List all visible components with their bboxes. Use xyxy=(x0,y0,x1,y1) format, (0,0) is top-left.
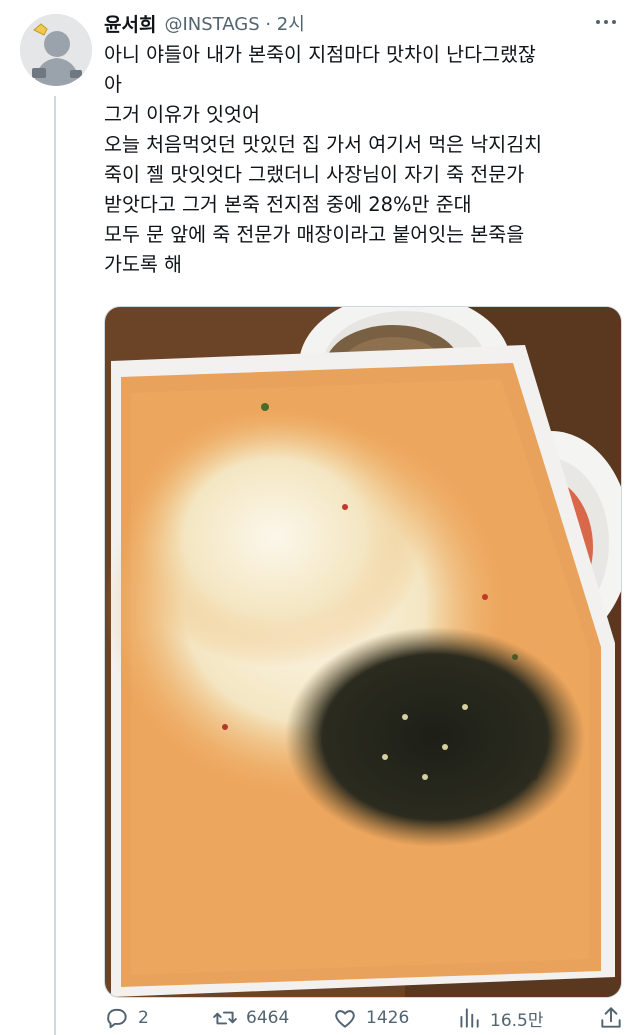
share-button[interactable] xyxy=(598,1005,624,1031)
avatar[interactable] xyxy=(20,14,92,86)
retweet-count: 6464 xyxy=(246,1008,290,1028)
tweet-photo[interactable] xyxy=(104,306,622,998)
reply-icon xyxy=(107,1008,127,1029)
thread-line xyxy=(54,96,56,1035)
like-button[interactable]: 1426 xyxy=(332,1005,456,1031)
share-icon xyxy=(601,1007,621,1028)
action-bar: 2 6464 1426 16.5만 xyxy=(104,1004,624,1032)
more-icon[interactable] xyxy=(592,10,620,34)
like-count: 1426 xyxy=(366,1008,410,1028)
tweet-header: 윤서희 @INSTAGS · 2시 xyxy=(104,8,620,38)
views-count: 16.5만 xyxy=(490,1010,544,1031)
like-icon xyxy=(335,1010,355,1028)
retweet-icon xyxy=(213,1011,237,1025)
display-name[interactable]: 윤서희 xyxy=(104,10,156,37)
views-icon xyxy=(460,1008,479,1028)
reply-button[interactable]: 2 xyxy=(104,1005,212,1031)
reply-count: 2 xyxy=(138,1008,149,1028)
porridge-photo xyxy=(105,307,621,997)
tweet-text: 아니 야들아 내가 본죽이 지점마다 맛차이 난다그랬잖 아 그거 이유가 잇엇… xyxy=(104,43,543,276)
views-button[interactable]: 16.5만 xyxy=(456,1005,576,1031)
avatar-image xyxy=(20,14,92,86)
handle-and-time[interactable]: @INSTAGS · 2시 xyxy=(164,10,304,36)
retweet-button[interactable]: 6464 xyxy=(212,1005,332,1031)
